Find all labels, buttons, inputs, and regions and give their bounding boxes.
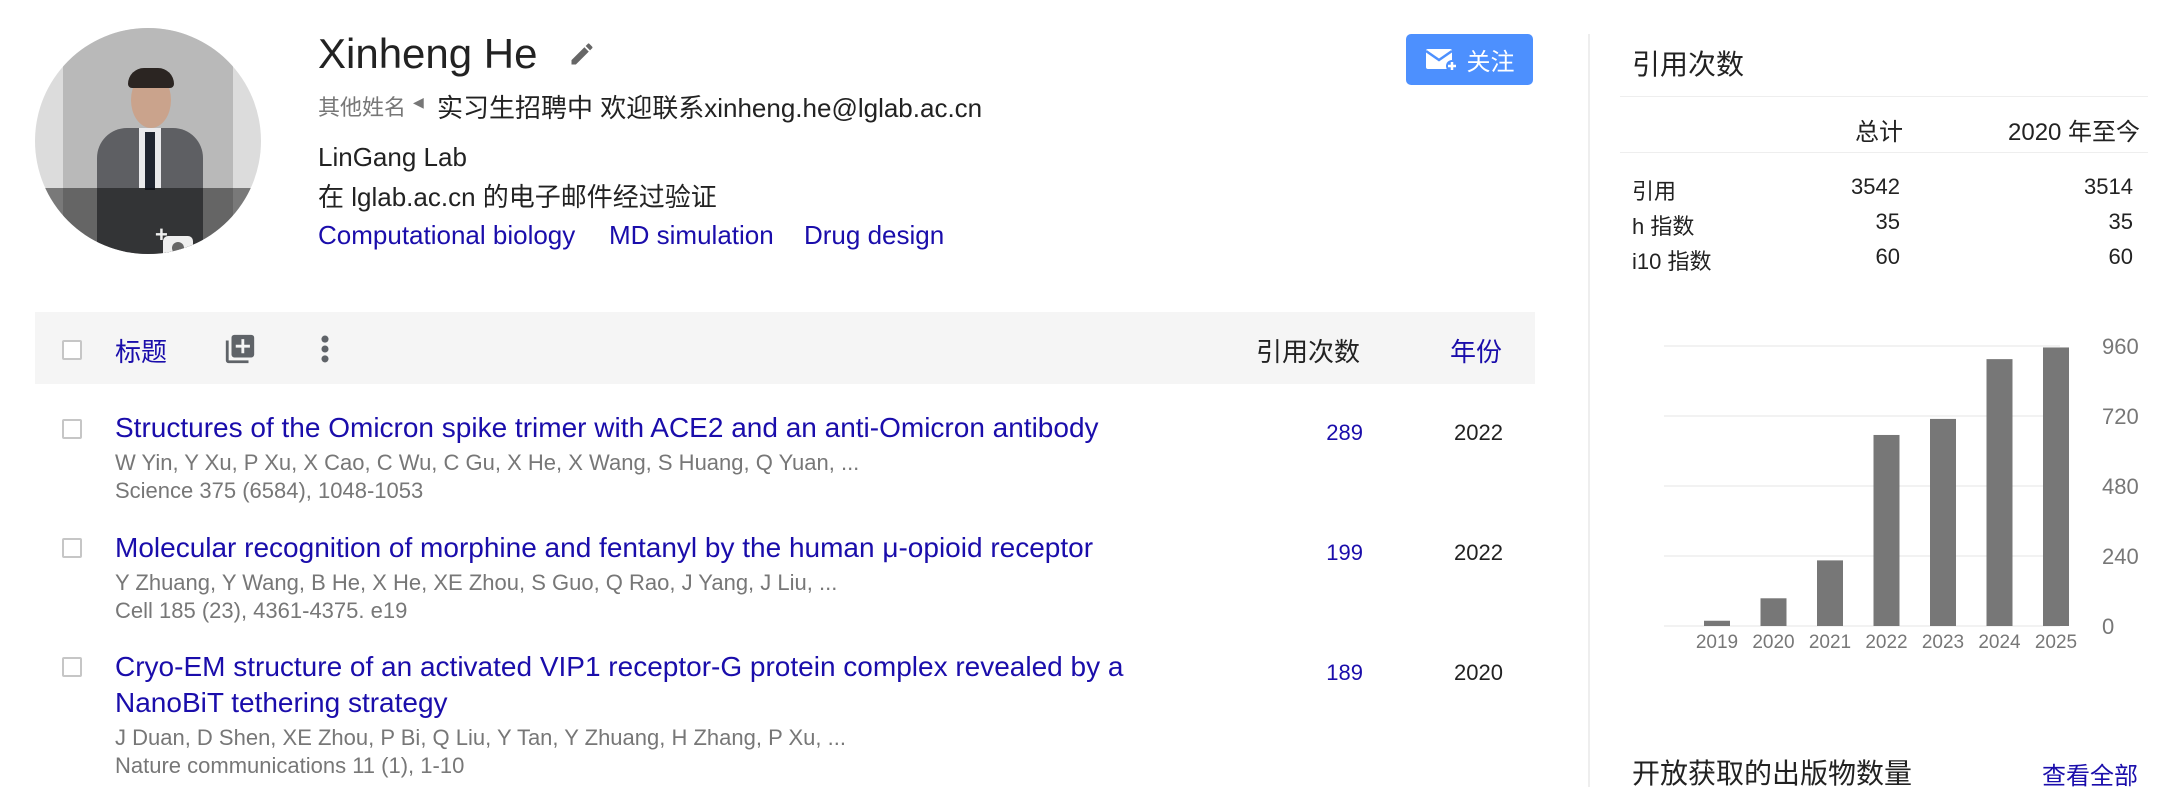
x-tick-label: 2019 [1696,632,1738,653]
metric-i10-index-since: 60 [2108,244,2133,269]
other-names-value: 实习生招聘中 欢迎联系xinheng.he@lglab.ac.cn [437,93,983,123]
x-tick-label: 2020 [1752,632,1794,653]
metric-h-index-total: 35 [1875,209,1900,234]
publication-authors: W Yin, Y Xu, P Xu, X Cao, C Wu, C Gu, X … [115,450,860,475]
follow-label: 关注 [1466,49,1515,76]
open-access-title: 开放获取的出版物数量 [1632,758,1913,789]
sort-by-title[interactable]: 标题 [115,332,167,369]
bar-2024[interactable] [1986,359,2013,626]
interest-computational-biology[interactable]: Computational biology [318,220,575,251]
publication-cited-count[interactable]: 199 [1283,540,1363,566]
metric-citations-total: 3542 [1851,174,1900,199]
publication-title[interactable]: Structures of the Omicron spike trimer w… [115,410,1165,446]
publication-venue: Science 375 (6584), 1048-1053 [115,478,424,503]
column-divider [1588,34,1590,787]
y-tick-label: 240 [2102,544,2139,569]
row-checkbox[interactable] [62,538,82,558]
y-tick-label: 720 [2102,404,2139,429]
interest-drug-design[interactable]: Drug design [804,220,944,251]
y-tick-label: 480 [2102,474,2139,499]
row-checkbox[interactable] [62,657,82,677]
select-all-checkbox[interactable] [62,340,82,360]
publication-title[interactable]: Molecular recognition of morphine and fe… [115,530,1165,566]
bar-2019[interactable] [1704,620,1730,626]
col-since-header: 2020 年至今 [2008,119,2141,146]
bar-2021[interactable] [1817,560,1843,626]
col-total-header: 总计 [1855,119,1903,146]
more-vert-icon[interactable] [318,332,332,366]
citations-per-year-chart: 0 240 480 720 960 2019 2020 2021 2022 2023 2024 202… [1664,334,2139,653]
add-to-library-icon[interactable] [223,332,257,366]
publication-cited-count[interactable]: 289 [1283,420,1363,446]
y-tick-label: 960 [2102,334,2139,359]
publication-title-line[interactable]: NanoBiT tethering strategy [115,685,1165,721]
x-tick-label: 2023 [1922,632,1964,653]
publication-year: 2022 [1454,420,1503,445]
bar-2022[interactable] [1873,434,1900,626]
publication-year: 2020 [1454,660,1503,685]
metric-citations-label: 引用 [1632,179,1677,204]
publication-title-line[interactable]: Structures of the Omicron spike trimer w… [115,412,1099,443]
divider [1620,152,2148,153]
metric-citations-since: 3514 [2084,174,2133,199]
publication-authors: J Duan, D Shen, XE Zhou, P Bi, Q Liu, Y … [115,725,846,750]
interest-md-simulation[interactable]: MD simulation [609,220,774,251]
publication-title-line[interactable]: Molecular recognition of morphine and fe… [115,532,1093,563]
publication-venue: Nature communications 11 (1), 1-10 [115,753,465,778]
divider [1620,96,2148,97]
verified-email: 在 lglab.ac.cn 的电子邮件经过验证 [318,182,717,212]
cited-by-title: 引用次数 [1632,49,1745,80]
bar-2020[interactable] [1760,598,1787,626]
metric-h-index-label: h 指数 [1632,214,1695,239]
row-checkbox[interactable] [62,419,82,439]
metric-i10-index-label: i10 指数 [1632,249,1712,274]
x-tick-label: 2022 [1865,632,1907,653]
metric-h-index-since: 35 [2108,209,2133,234]
affiliation: LinGang Lab [318,142,467,172]
publication-venue: Cell 185 (23), 4361-4375. e19 [115,598,408,623]
publication-year: 2022 [1454,540,1503,565]
y-tick-label: 0 [2102,614,2114,639]
avatar[interactable]: + [35,28,261,254]
x-tick-label: 2024 [1978,632,2021,653]
cited-by-header[interactable]: 引用次数 [1256,332,1360,369]
bar-2023[interactable] [1930,418,1956,626]
x-tick-label: 2021 [1809,632,1851,653]
publication-title[interactable]: Cryo-EM structure of an activated VIP1 r… [115,649,1165,721]
other-names-label[interactable]: 其他姓名 [318,90,406,122]
publication-cited-count[interactable]: 189 [1283,660,1363,686]
follow-button[interactable]: 关注 [1406,34,1533,85]
bar-2025[interactable] [2043,347,2069,626]
profile-name: Xinheng He [318,30,538,77]
edit-pencil-icon[interactable] [568,40,596,68]
caret-left-icon[interactable]: ◀ [413,94,424,111]
publication-title-line[interactable]: Cryo-EM structure of an activated VIP1 r… [115,649,1165,685]
metric-i10-index-total: 60 [1875,244,1900,269]
sort-by-year[interactable]: 年份 [1450,332,1502,369]
camera-icon[interactable] [163,236,193,254]
view-all-link[interactable]: 查看全部 [2042,756,2138,791]
x-tick-label: 2025 [2035,632,2077,653]
mail-plus-icon [1424,48,1458,72]
publication-authors: Y Zhuang, Y Wang, B He, X He, XE Zhou, S… [115,570,838,595]
